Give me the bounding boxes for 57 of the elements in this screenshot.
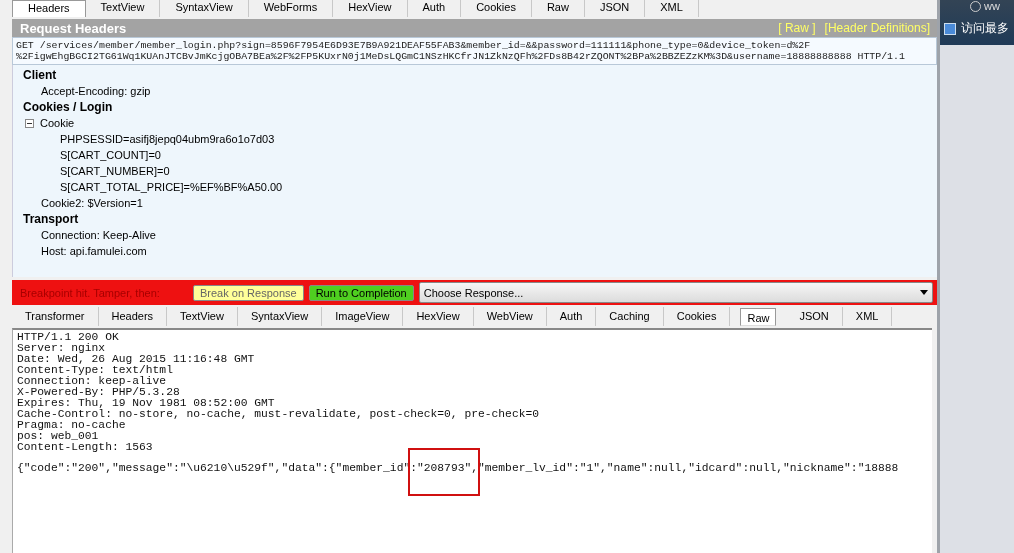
most-visited-label[interactable]: 访问最多 xyxy=(961,20,1009,37)
response-line: Date: Wed, 26 Aug 2015 11:16:48 GMT xyxy=(17,354,256,365)
tab[interactable]: Auth xyxy=(407,0,462,17)
response-dropdown[interactable]: Choose Response... xyxy=(418,282,933,303)
tab[interactable]: WebView xyxy=(473,307,547,326)
section-title: Request Headers xyxy=(20,20,127,36)
header-item: S[CART_TOTAL_PRICE]=%EF%BF%A50.00 xyxy=(60,180,283,195)
response-line: Pragma: no-cache xyxy=(17,420,127,431)
tab[interactable]: WebForms xyxy=(248,0,334,17)
collapse-icon[interactable] xyxy=(25,118,34,128)
tab[interactable]: JSON xyxy=(584,0,646,17)
response-line: Expires: Thu, 19 Nov 1981 08:52:00 GMT xyxy=(17,398,276,409)
tab[interactable]: SyntaxView xyxy=(160,0,249,17)
response-line: Connection: keep-alive xyxy=(17,376,168,387)
response-line: Content-Length: 1563 xyxy=(17,442,154,453)
caret-icon xyxy=(920,290,928,295)
header-item: S[CART_COUNT]=0 xyxy=(60,148,161,163)
tab[interactable]: XML xyxy=(842,307,893,326)
response-line: Cache-Control: no-store, no-cache, must-revalidate, post-check=0, pre-check=0 xyxy=(17,409,540,420)
header-item: S[CART_NUMBER]=0 xyxy=(60,164,170,179)
tab[interactable]: JSON xyxy=(786,307,843,326)
tab[interactable]: Headers xyxy=(12,0,86,17)
response-line: X-Powered-By: PHP/5.3.28 xyxy=(17,387,181,398)
tab[interactable]: TextView xyxy=(167,307,238,326)
response-line: HTTP/1.1 200 OK xyxy=(17,332,120,343)
response-line: pos: web_001 xyxy=(17,431,100,442)
tab[interactable]: Caching xyxy=(596,307,664,326)
tab[interactable]: Raw xyxy=(740,308,777,326)
header-item: PHPSESSID=asifj8jepq04ubm9ra6o1o7d03 xyxy=(60,132,275,147)
tab[interactable]: Cookies xyxy=(663,307,731,326)
break-on-response-button[interactable]: Break on Response xyxy=(193,284,304,301)
header-item: Cookie2: $Version=1 xyxy=(41,196,143,211)
header-item: Accept-Encoding: gzip xyxy=(41,84,151,99)
tab[interactable]: HexView xyxy=(333,0,408,17)
header-item: Connection: Keep-Alive xyxy=(41,228,156,243)
breakpoint-message: Breakpoint hit. Tamper, then: xyxy=(19,286,161,299)
tab[interactable]: ImageView xyxy=(322,307,404,326)
run-to-completion-button[interactable]: Run to Completion xyxy=(308,284,414,301)
response-line: Content-Type: text/html xyxy=(17,365,174,376)
group-title: Client xyxy=(22,67,58,83)
header-item: Cookie xyxy=(40,116,75,131)
tab[interactable]: Cookies xyxy=(461,0,532,17)
tab[interactable]: Raw xyxy=(531,0,585,17)
address-text: ww xyxy=(984,1,1000,11)
tab[interactable]: Transformer xyxy=(12,307,99,326)
request-line-text: GET /services/member/member_login.php?sign=8596F7954E6D93E7B9A921DEAF55FAB3&member_id=&&password=111111&phone_type=0&device_token=d%2F xyxy=(16,40,812,51)
tab[interactable]: Auth xyxy=(546,307,597,326)
tab[interactable]: TextView xyxy=(85,0,161,17)
request-line-text: %2FigwEhgBGCI2TG61Wq1KUAnJTCBvJmKcjgOBA7BEa%2F%2FP5KUxrN0j1MeDsLQGmC1NSzHKCfrJN1ZkNzQFh%2FDs8B42rZQONT%2BPa%2BBZEZzKM%3D&username=18888888888 HTTP/1.1 xyxy=(16,51,906,62)
group-title: Transport xyxy=(22,211,80,227)
group-title: Cookies / Login xyxy=(22,99,114,115)
header-item: Host: api.famulei.com xyxy=(41,244,147,259)
tab[interactable]: HexView xyxy=(403,307,474,326)
tab[interactable]: SyntaxView xyxy=(237,307,323,326)
response-line: Server: nginx xyxy=(17,343,107,354)
tab[interactable]: Headers xyxy=(98,307,168,326)
tab[interactable]: XML xyxy=(645,0,699,17)
